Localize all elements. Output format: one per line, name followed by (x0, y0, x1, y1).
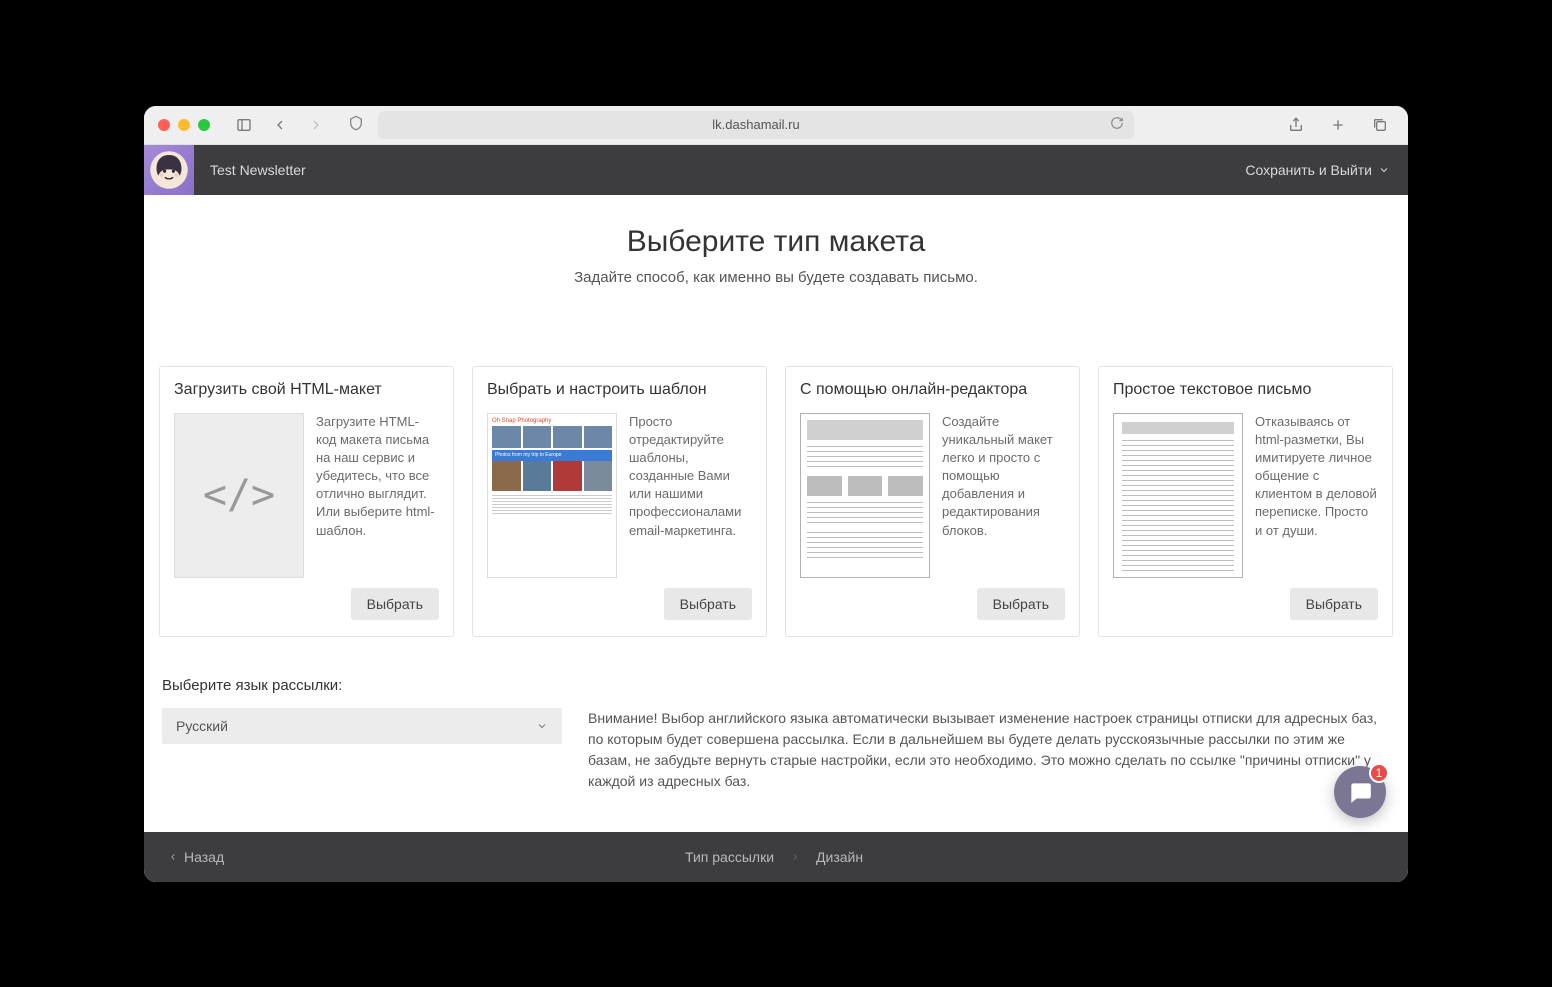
language-section: Выберите язык рассылки: Русский Внимание… (156, 677, 1396, 792)
reload-icon[interactable] (1110, 116, 1124, 133)
main-area: Выберите тип макета Задайте способ, как … (144, 195, 1408, 832)
app-content: Test Newsletter Сохранить и Выйти Выбери… (144, 145, 1408, 882)
chevron-left-icon (168, 852, 178, 862)
back-button[interactable]: Назад (168, 849, 224, 865)
card-description: Отказываясь от html-разметки, Вы имитиру… (1255, 413, 1378, 578)
page-title: Выберите тип макета (156, 225, 1396, 259)
save-and-exit-button[interactable]: Сохранить и Выйти (1245, 162, 1390, 178)
select-button[interactable]: Выбрать (351, 588, 439, 620)
card-online-editor: С помощью онлайн-редактора Создайте уник… (785, 366, 1080, 637)
share-button[interactable] (1282, 113, 1310, 137)
browser-window: lk.dashamail.ru Test Newsletter С (144, 106, 1408, 882)
card-plain-text: Простое текстовое письмо Отказываясь от … (1098, 366, 1393, 637)
minimize-window-button[interactable] (178, 119, 190, 131)
privacy-shield-icon[interactable] (348, 115, 364, 134)
app-header: Test Newsletter Сохранить и Выйти (144, 145, 1408, 195)
forward-button[interactable] (302, 113, 330, 137)
breadcrumb-step[interactable]: Тип рассылки (685, 849, 774, 865)
breadcrumb-step[interactable]: Дизайн (816, 849, 863, 865)
avatar[interactable] (144, 145, 194, 195)
card-title: Загрузить свой HTML-макет (174, 381, 439, 399)
card-description: Загрузите HTML-код макета письма на наш … (316, 413, 439, 578)
card-title: Простое текстовое письмо (1113, 381, 1378, 399)
window-controls (158, 119, 210, 131)
card-upload-html: Загрузить свой HTML-макет </> Загрузите … (159, 366, 454, 637)
sidebar-toggle-button[interactable] (230, 113, 258, 137)
card-description: Создайте уникальный макет легко и просто… (942, 413, 1065, 578)
card-choose-template: Выбрать и настроить шаблон Oh Snap Photo… (472, 366, 767, 637)
url-text: lk.dashamail.ru (712, 117, 799, 132)
editor-preview-icon (800, 413, 930, 578)
html-code-icon: </> (174, 413, 304, 578)
app-footer: Назад Тип рассылки Дизайн (144, 832, 1408, 882)
chat-widget-button[interactable]: 1 (1334, 766, 1386, 818)
chat-badge: 1 (1369, 763, 1389, 783)
template-preview-icon: Oh Snap Photography Photos from my trip … (487, 413, 617, 578)
wizard-breadcrumb: Тип рассылки Дизайн (685, 849, 863, 865)
card-title: С помощью онлайн-редактора (800, 381, 1065, 399)
chat-icon (1347, 779, 1373, 805)
template-cards: Загрузить свой HTML-макет </> Загрузите … (156, 366, 1396, 637)
select-button[interactable]: Выбрать (977, 588, 1065, 620)
tabs-button[interactable] (1366, 113, 1394, 137)
plaintext-preview-icon (1113, 413, 1243, 578)
chevron-down-icon (1378, 164, 1390, 176)
language-select[interactable]: Русский (162, 708, 562, 744)
language-warning-text: Внимание! Выбор английского языка автома… (588, 708, 1390, 792)
select-button[interactable]: Выбрать (1290, 588, 1378, 620)
chevron-right-icon (790, 849, 800, 865)
language-label: Выберите язык рассылки: (162, 677, 1390, 694)
chevron-down-icon (536, 720, 548, 732)
address-bar[interactable]: lk.dashamail.ru (378, 111, 1134, 139)
back-button[interactable] (266, 113, 294, 137)
card-description: Просто отредактируйте шаблоны, созданные… (629, 413, 752, 578)
maximize-window-button[interactable] (198, 119, 210, 131)
new-tab-button[interactable] (1324, 113, 1352, 137)
page-subtitle: Задайте способ, как именно вы будете соз… (156, 269, 1396, 286)
newsletter-title: Test Newsletter (210, 162, 306, 178)
close-window-button[interactable] (158, 119, 170, 131)
browser-toolbar: lk.dashamail.ru (144, 106, 1408, 145)
card-title: Выбрать и настроить шаблон (487, 381, 752, 399)
select-button[interactable]: Выбрать (664, 588, 752, 620)
